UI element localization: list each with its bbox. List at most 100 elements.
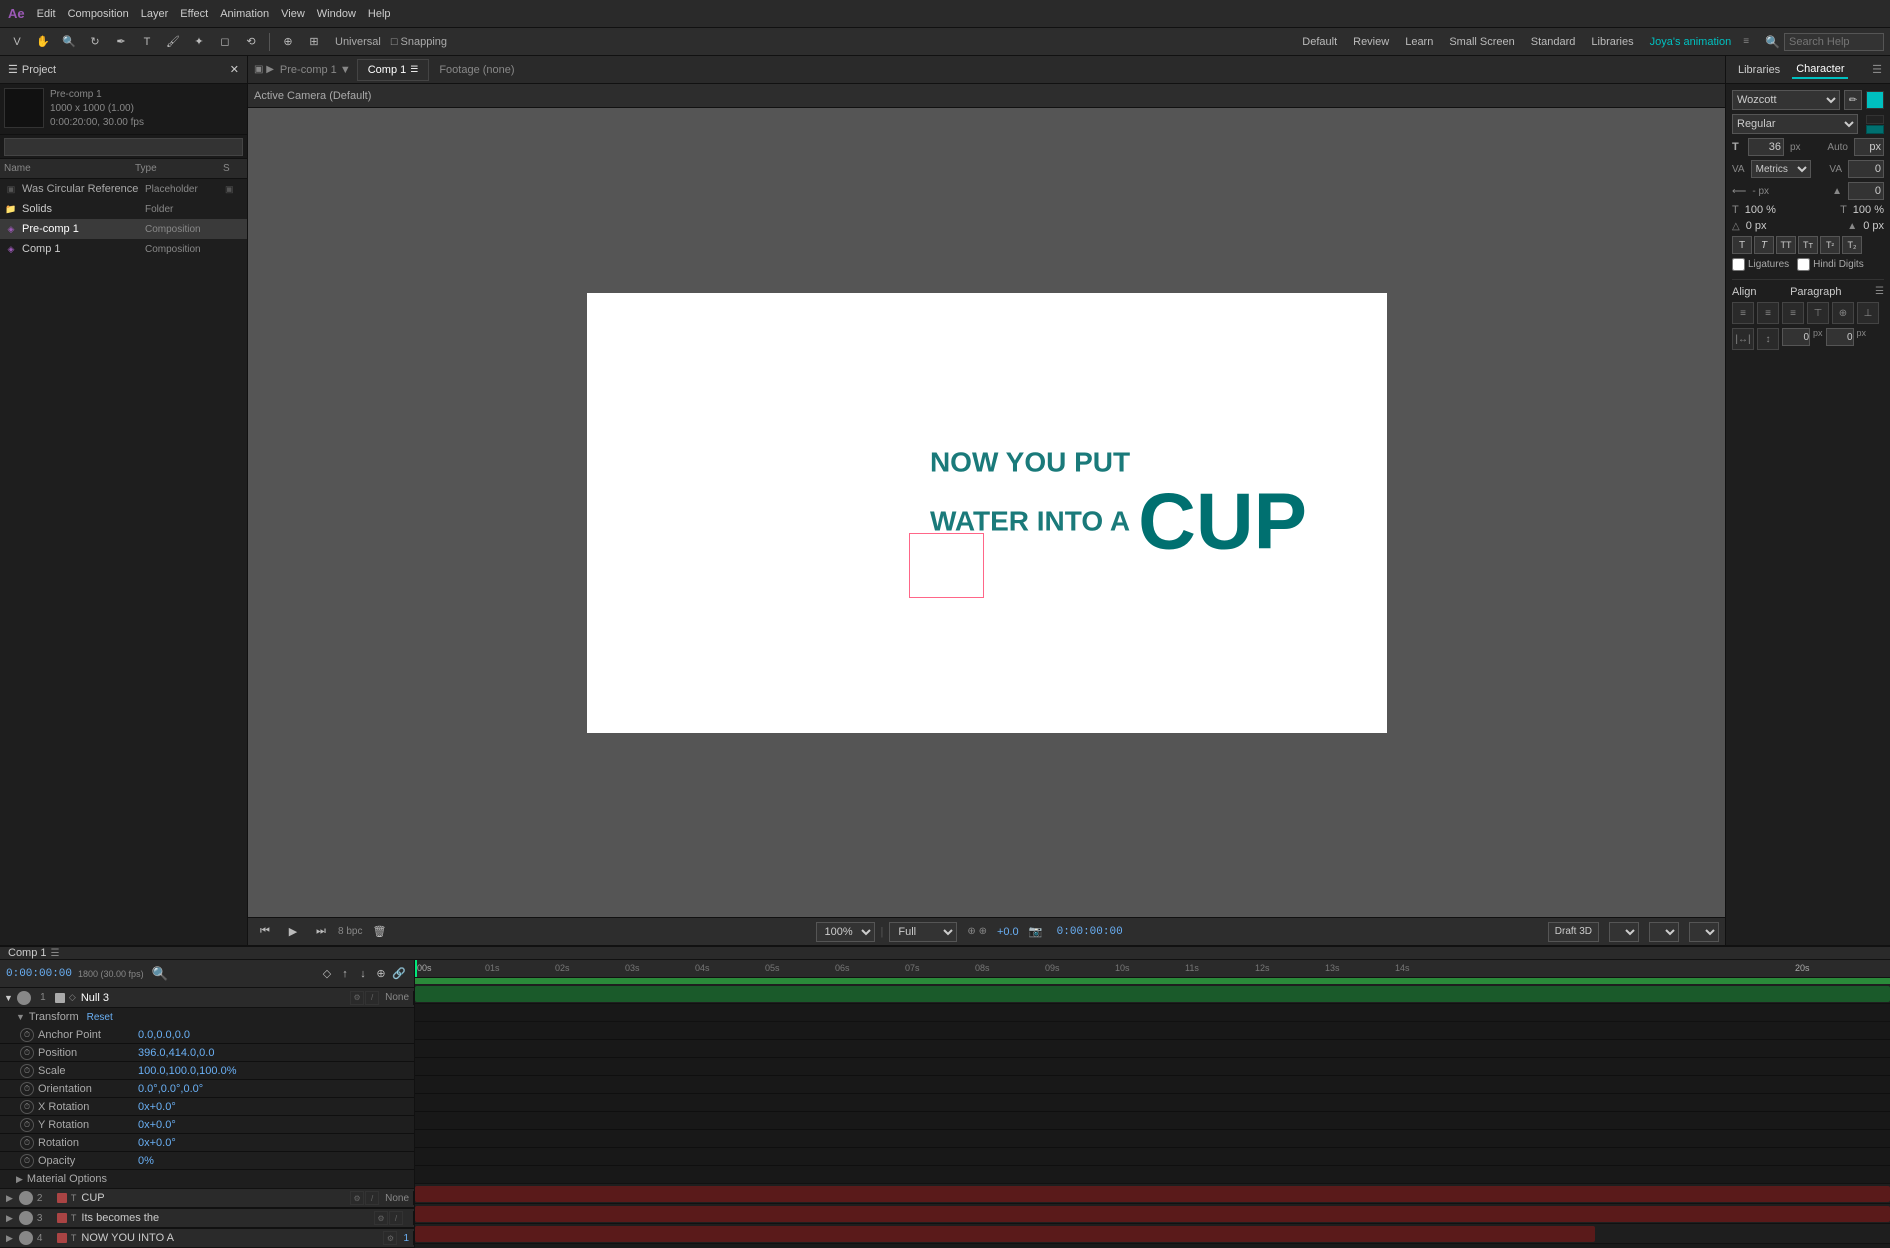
menu-help[interactable]: Help <box>368 8 391 20</box>
layer-2-bar[interactable] <box>415 1186 1890 1202</box>
layer-3-bar[interactable] <box>415 1206 1890 1222</box>
comp-tab-menu[interactable]: ☰ <box>410 64 418 75</box>
layer-2-visibility[interactable] <box>19 1191 33 1205</box>
font-size-input[interactable] <box>1748 138 1784 156</box>
offset-x-input[interactable] <box>1782 328 1810 346</box>
material-options-row[interactable]: ▶ Material Options <box>0 1170 414 1188</box>
baseline-input[interactable] <box>1848 182 1884 200</box>
ligatures-checkbox[interactable] <box>1732 258 1745 271</box>
yrot-value[interactable]: 0x+0.0° <box>138 1119 176 1131</box>
opacity-value[interactable]: 0% <box>138 1155 154 1167</box>
layer-row-4[interactable]: ▶ 4 T NOW YOU INTO A ⚙ 1 <box>0 1228 414 1248</box>
tool-pen[interactable]: ✒ <box>110 31 132 53</box>
tool-select[interactable]: V <box>6 31 28 53</box>
align-top-btn[interactable]: ⊤ <box>1807 302 1829 324</box>
fmt-superscript[interactable]: T² <box>1820 236 1840 254</box>
anchor-stopwatch[interactable]: ⏱ <box>20 1028 34 1042</box>
zrot-stopwatch[interactable]: ⏱ <box>20 1136 34 1150</box>
layer-row-3[interactable]: ▶ 3 T Its becomes the ⚙ / <box>0 1208 414 1228</box>
align-center-h-btn[interactable]: ≡ <box>1757 302 1779 324</box>
tool-zoom[interactable]: 🔍 <box>58 31 80 53</box>
renderer-select[interactable]: Classic 3D <box>1609 922 1639 942</box>
tracking-input[interactable] <box>1848 160 1884 178</box>
menu-window[interactable]: Window <box>317 8 356 20</box>
menu-composition[interactable]: Composition <box>68 8 129 20</box>
global-search-input[interactable] <box>1784 33 1884 51</box>
comp-tab-precomp[interactable]: Pre-comp 1 ▼ <box>280 64 351 76</box>
layer-1-visibility[interactable] <box>17 991 31 1005</box>
align-right-btn[interactable]: ≡ <box>1782 302 1804 324</box>
layer-ctrl-5[interactable]: 🔗 <box>390 965 408 983</box>
sw-l3-1[interactable]: ⚙ <box>374 1211 388 1225</box>
font-select[interactable]: Wozcott <box>1732 90 1840 110</box>
sw-l4-1[interactable]: ⚙ <box>383 1231 397 1245</box>
fmt-italic[interactable]: T <box>1754 236 1774 254</box>
fmt-all-caps[interactable]: TT <box>1776 236 1796 254</box>
workspace-smallscreen[interactable]: Small Screen <box>1445 34 1518 50</box>
sw2[interactable]: / <box>365 991 379 1005</box>
workspace-overflow[interactable]: ≡ <box>1743 36 1749 47</box>
opacity-stopwatch[interactable]: ⏱ <box>20 1154 34 1168</box>
distribute-h-btn[interactable]: |↔| <box>1732 328 1754 350</box>
scale-stopwatch[interactable]: ⏱ <box>20 1064 34 1078</box>
menu-view[interactable]: View <box>281 8 305 20</box>
panel-options-icon[interactable]: ☰ <box>1872 63 1882 76</box>
tool-brush[interactable]: 🖌 <box>162 31 184 53</box>
layer-3-name[interactable]: Its becomes the <box>81 1212 372 1224</box>
workspace-learn[interactable]: Learn <box>1401 34 1437 50</box>
workspace-review[interactable]: Review <box>1349 34 1393 50</box>
layer-1-expand[interactable]: ▼ <box>4 993 13 1003</box>
layer-row-1[interactable]: ▼ 1 ◇ Null 3 ⚙ / None <box>0 988 414 1008</box>
project-search-input[interactable] <box>4 138 243 156</box>
transform-expand[interactable]: ▼ <box>16 1012 25 1022</box>
offset-y-input[interactable] <box>1826 328 1854 346</box>
text-color-swatch[interactable] <box>1866 91 1884 109</box>
xrot-stopwatch[interactable]: ⏱ <box>20 1100 34 1114</box>
comp-tab-comp1[interactable]: Comp 1 ☰ <box>357 59 430 81</box>
footage-tab[interactable]: Footage (none) <box>439 64 514 76</box>
layer-2-name[interactable]: CUP <box>81 1192 348 1204</box>
sw-l2-2[interactable]: / <box>365 1191 379 1205</box>
viewer-trash[interactable]: 🗑 <box>368 921 390 943</box>
material-options-expand[interactable]: ▶ <box>16 1174 23 1185</box>
layer-4-expand[interactable]: ▶ <box>6 1233 13 1244</box>
view-layout-select[interactable]: 1 View <box>1689 922 1719 942</box>
sw1[interactable]: ⚙ <box>350 991 364 1005</box>
search-btn[interactable]: 🔍 <box>152 966 169 982</box>
align-left-btn[interactable]: ≡ <box>1732 302 1754 324</box>
tab-character[interactable]: Character <box>1792 61 1848 79</box>
layer-row-2[interactable]: ▶ 2 T CUP ⚙ / None <box>0 1188 414 1208</box>
yrot-stopwatch[interactable]: ⏱ <box>20 1118 34 1132</box>
layer-ctrl-4[interactable]: ⊕ <box>372 965 390 983</box>
menu-edit[interactable]: Edit <box>37 8 56 20</box>
viewer-btn-1[interactable]: ⏮ <box>254 921 276 943</box>
tool-snap[interactable]: ⊕ <box>277 31 299 53</box>
workspace-libraries[interactable]: Libraries <box>1587 34 1637 50</box>
align-bottom-btn[interactable]: ⊥ <box>1857 302 1879 324</box>
layer-4-name[interactable]: NOW YOU INTO A <box>81 1232 381 1244</box>
tool-text[interactable]: T <box>136 31 158 53</box>
fmt-small-caps[interactable]: TT <box>1798 236 1818 254</box>
fmt-subscript[interactable]: T₂ <box>1842 236 1862 254</box>
layer-3-expand[interactable]: ▶ <box>6 1213 13 1224</box>
tool-rotate[interactable]: ↻ <box>84 31 106 53</box>
orientation-stopwatch[interactable]: ⏱ <box>20 1082 34 1096</box>
transform-reset[interactable]: Reset <box>87 1012 113 1023</box>
project-item-circular[interactable]: ▣ Was Circular Reference Placeholder ▣ <box>0 179 247 199</box>
distribute-v-btn[interactable]: ↕ <box>1757 328 1779 350</box>
workspace-default[interactable]: Default <box>1298 34 1341 50</box>
layer-2-expand[interactable]: ▶ <box>6 1193 13 1204</box>
menu-animation[interactable]: Animation <box>220 8 269 20</box>
layer-1-name[interactable]: Null 3 <box>81 992 348 1004</box>
zrot-value[interactable]: 0x+0.0° <box>138 1137 176 1149</box>
sw-l3-2[interactable]: / <box>389 1211 403 1225</box>
project-item-solids[interactable]: 📁 Solids Folder <box>0 199 247 219</box>
menu-effect[interactable]: Effect <box>180 8 208 20</box>
font-pencil-btn[interactable]: ✏ <box>1844 90 1862 110</box>
style-select[interactable]: Regular Bold Italic <box>1732 114 1858 134</box>
tab-libraries[interactable]: Libraries <box>1734 62 1784 78</box>
workspace-universal[interactable]: Universal <box>335 36 381 48</box>
kerning-select[interactable]: Metrics Optical <box>1751 160 1811 178</box>
timeline-timecode[interactable]: 0:00:00:00 <box>6 968 72 980</box>
tool-puppet[interactable]: ⟲ <box>240 31 262 53</box>
